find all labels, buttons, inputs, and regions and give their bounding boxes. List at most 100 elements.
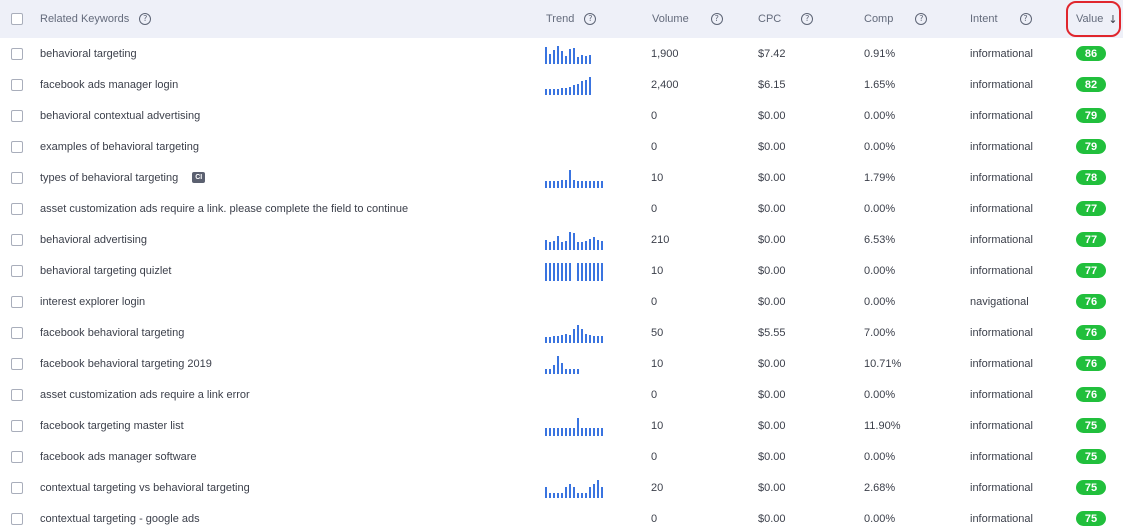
table-row[interactable]: asset customization ads require a link e… (0, 379, 1123, 410)
help-circle-icon[interactable]: ? (801, 13, 814, 25)
help-circle-icon[interactable]: ? (710, 13, 723, 25)
row-checkbox[interactable] (11, 264, 23, 277)
table-row[interactable]: types of behavioral targeting CI 10 $0.00 1.… (0, 162, 1123, 193)
keyword-text[interactable]: types of behavioral targeting (40, 172, 178, 184)
row-checkbox[interactable] (11, 233, 23, 246)
column-header-cpc[interactable]: CPC ? (758, 0, 814, 38)
table-row[interactable]: facebook ads manager login 2,400 $6.15 1.65… (0, 69, 1123, 100)
trend-bar (553, 364, 555, 374)
keyword-cell[interactable]: examples of behavioral targeting (40, 131, 199, 162)
column-header-comp[interactable]: Comp ? (864, 0, 928, 38)
select-all-checkbox[interactable] (11, 13, 23, 25)
keyword-cell[interactable]: facebook behavioral targeting 2019 (40, 348, 212, 379)
trend-bar (561, 362, 563, 374)
value-cell: 75 (1076, 503, 1106, 532)
table-row[interactable]: asset customization ads require a link. … (0, 193, 1123, 224)
intent-cell: informational (970, 472, 1033, 503)
column-header-intent[interactable]: Intent ? (970, 0, 1032, 38)
keyword-cell[interactable]: behavioral advertising (40, 224, 147, 255)
row-checkbox[interactable] (11, 109, 23, 122)
table-row[interactable]: facebook behavioral targeting 2019 10 $0.0… (0, 348, 1123, 379)
column-header-keyword[interactable]: Related Keywords ? (40, 0, 152, 38)
keyword-text[interactable]: behavioral targeting quizlet (40, 265, 171, 277)
intent-cell: informational (970, 441, 1033, 472)
table-row[interactable]: behavioral targeting quizlet 10 $0.00 0.00%… (0, 255, 1123, 286)
trend-bar (553, 49, 555, 64)
keyword-cell[interactable]: interest explorer login (40, 286, 145, 317)
keyword-cell[interactable]: contextual targeting - google ads (40, 503, 200, 532)
trend-bar (593, 335, 595, 343)
table-row[interactable]: behavioral advertising 210 $0.00 6.53% infor… (0, 224, 1123, 255)
row-checkbox[interactable] (11, 419, 23, 432)
table-row[interactable]: facebook behavioral targeting 50 $5.55 7.00… (0, 317, 1123, 348)
table-row[interactable]: contextual targeting vs behavioral targe… (0, 472, 1123, 503)
help-circle-icon[interactable]: ? (139, 13, 152, 25)
table-header: Related Keywords ? Trend ? Volume ? CPC … (0, 0, 1123, 38)
keyword-text[interactable]: asset customization ads require a link. … (40, 203, 408, 215)
keyword-cell[interactable]: behavioral targeting quizlet (40, 255, 171, 286)
volume-text: 10 (651, 264, 664, 277)
keyword-text[interactable]: facebook behavioral targeting (40, 327, 184, 339)
comp-text: 0.91% (864, 47, 896, 60)
table-row[interactable]: behavioral contextual advertising 0 $0.00 0… (0, 100, 1123, 131)
intent-text: informational (970, 140, 1033, 153)
help-circle-icon[interactable]: ? (584, 13, 597, 25)
table-row[interactable]: behavioral targeting 1,900 $7.42 0.91% infor… (0, 38, 1123, 69)
keyword-text[interactable]: contextual targeting vs behavioral targe… (40, 482, 250, 494)
table-row[interactable]: facebook ads manager software 0 $0.00 0.00%… (0, 441, 1123, 472)
intent-text: informational (970, 264, 1033, 277)
keyword-cell[interactable]: asset customization ads require a link. … (40, 193, 408, 224)
keyword-text[interactable]: behavioral contextual advertising (40, 110, 200, 122)
trend-bar (545, 46, 547, 64)
comp-cell: 11.90% (864, 410, 901, 441)
row-checkbox[interactable] (11, 450, 23, 463)
trend-bar (557, 427, 559, 436)
keyword-cell[interactable]: behavioral contextual advertising (40, 100, 200, 131)
column-header-value[interactable]: Value ↓ (1076, 0, 1118, 38)
keyword-text[interactable]: interest explorer login (40, 296, 145, 308)
keyword-text[interactable]: facebook behavioral targeting 2019 (40, 358, 212, 370)
keyword-text[interactable]: asset customization ads require a link e… (40, 389, 250, 401)
keyword-cell[interactable]: asset customization ads require a link e… (40, 379, 250, 410)
row-checkbox[interactable] (11, 388, 23, 401)
table-row[interactable]: facebook targeting master list 10 $0.00 11.… (0, 410, 1123, 441)
row-checkbox[interactable] (11, 47, 23, 60)
row-checkbox[interactable] (11, 202, 23, 215)
column-header-trend[interactable]: Trend ? (546, 0, 597, 38)
keyword-cell[interactable]: facebook ads manager software (40, 441, 197, 472)
keyword-text[interactable]: examples of behavioral targeting (40, 141, 199, 153)
help-circle-icon[interactable]: ? (915, 13, 928, 25)
keyword-cell[interactable]: contextual targeting vs behavioral targe… (40, 472, 250, 503)
keyword-text[interactable]: facebook targeting master list (40, 420, 184, 432)
keyword-text[interactable]: behavioral advertising (40, 234, 147, 246)
intent-cell: informational (970, 69, 1033, 100)
row-checkbox[interactable] (11, 295, 23, 308)
keyword-text[interactable]: behavioral targeting (40, 48, 137, 60)
table-row[interactable]: interest explorer login 0 $0.00 0.00% naviga… (0, 286, 1123, 317)
value-cell: 75 (1076, 410, 1106, 441)
trend-sparkline (545, 231, 603, 250)
help-circle-icon[interactable]: ? (1019, 13, 1032, 25)
row-checkbox[interactable] (11, 171, 23, 184)
arrow-down-icon[interactable]: ↓ (1108, 13, 1117, 26)
intent-text: informational (970, 47, 1033, 60)
row-checkbox[interactable] (11, 481, 23, 494)
row-checkbox[interactable] (11, 512, 23, 525)
row-checkbox[interactable] (11, 140, 23, 153)
value-cell: 77 (1076, 193, 1106, 224)
table-row[interactable]: examples of behavioral targeting 0 $0.00 0.… (0, 131, 1123, 162)
keyword-cell[interactable]: facebook ads manager login (40, 69, 178, 100)
row-checkbox[interactable] (11, 357, 23, 370)
column-header-volume[interactable]: Volume ? (652, 0, 723, 38)
keyword-cell[interactable]: facebook targeting master list (40, 410, 184, 441)
keyword-cell[interactable]: types of behavioral targeting CI (40, 162, 206, 193)
keyword-text[interactable]: facebook ads manager login (40, 79, 178, 91)
table-row[interactable]: contextual targeting - google ads 0 $0.00 0… (0, 503, 1123, 532)
row-checkbox[interactable] (11, 78, 23, 91)
keyword-text[interactable]: facebook ads manager software (40, 451, 197, 463)
comp-text: 1.79% (864, 171, 896, 184)
keyword-cell[interactable]: behavioral targeting (40, 38, 137, 69)
keyword-text[interactable]: contextual targeting - google ads (40, 513, 200, 525)
keyword-cell[interactable]: facebook behavioral targeting (40, 317, 184, 348)
row-checkbox[interactable] (11, 326, 23, 339)
